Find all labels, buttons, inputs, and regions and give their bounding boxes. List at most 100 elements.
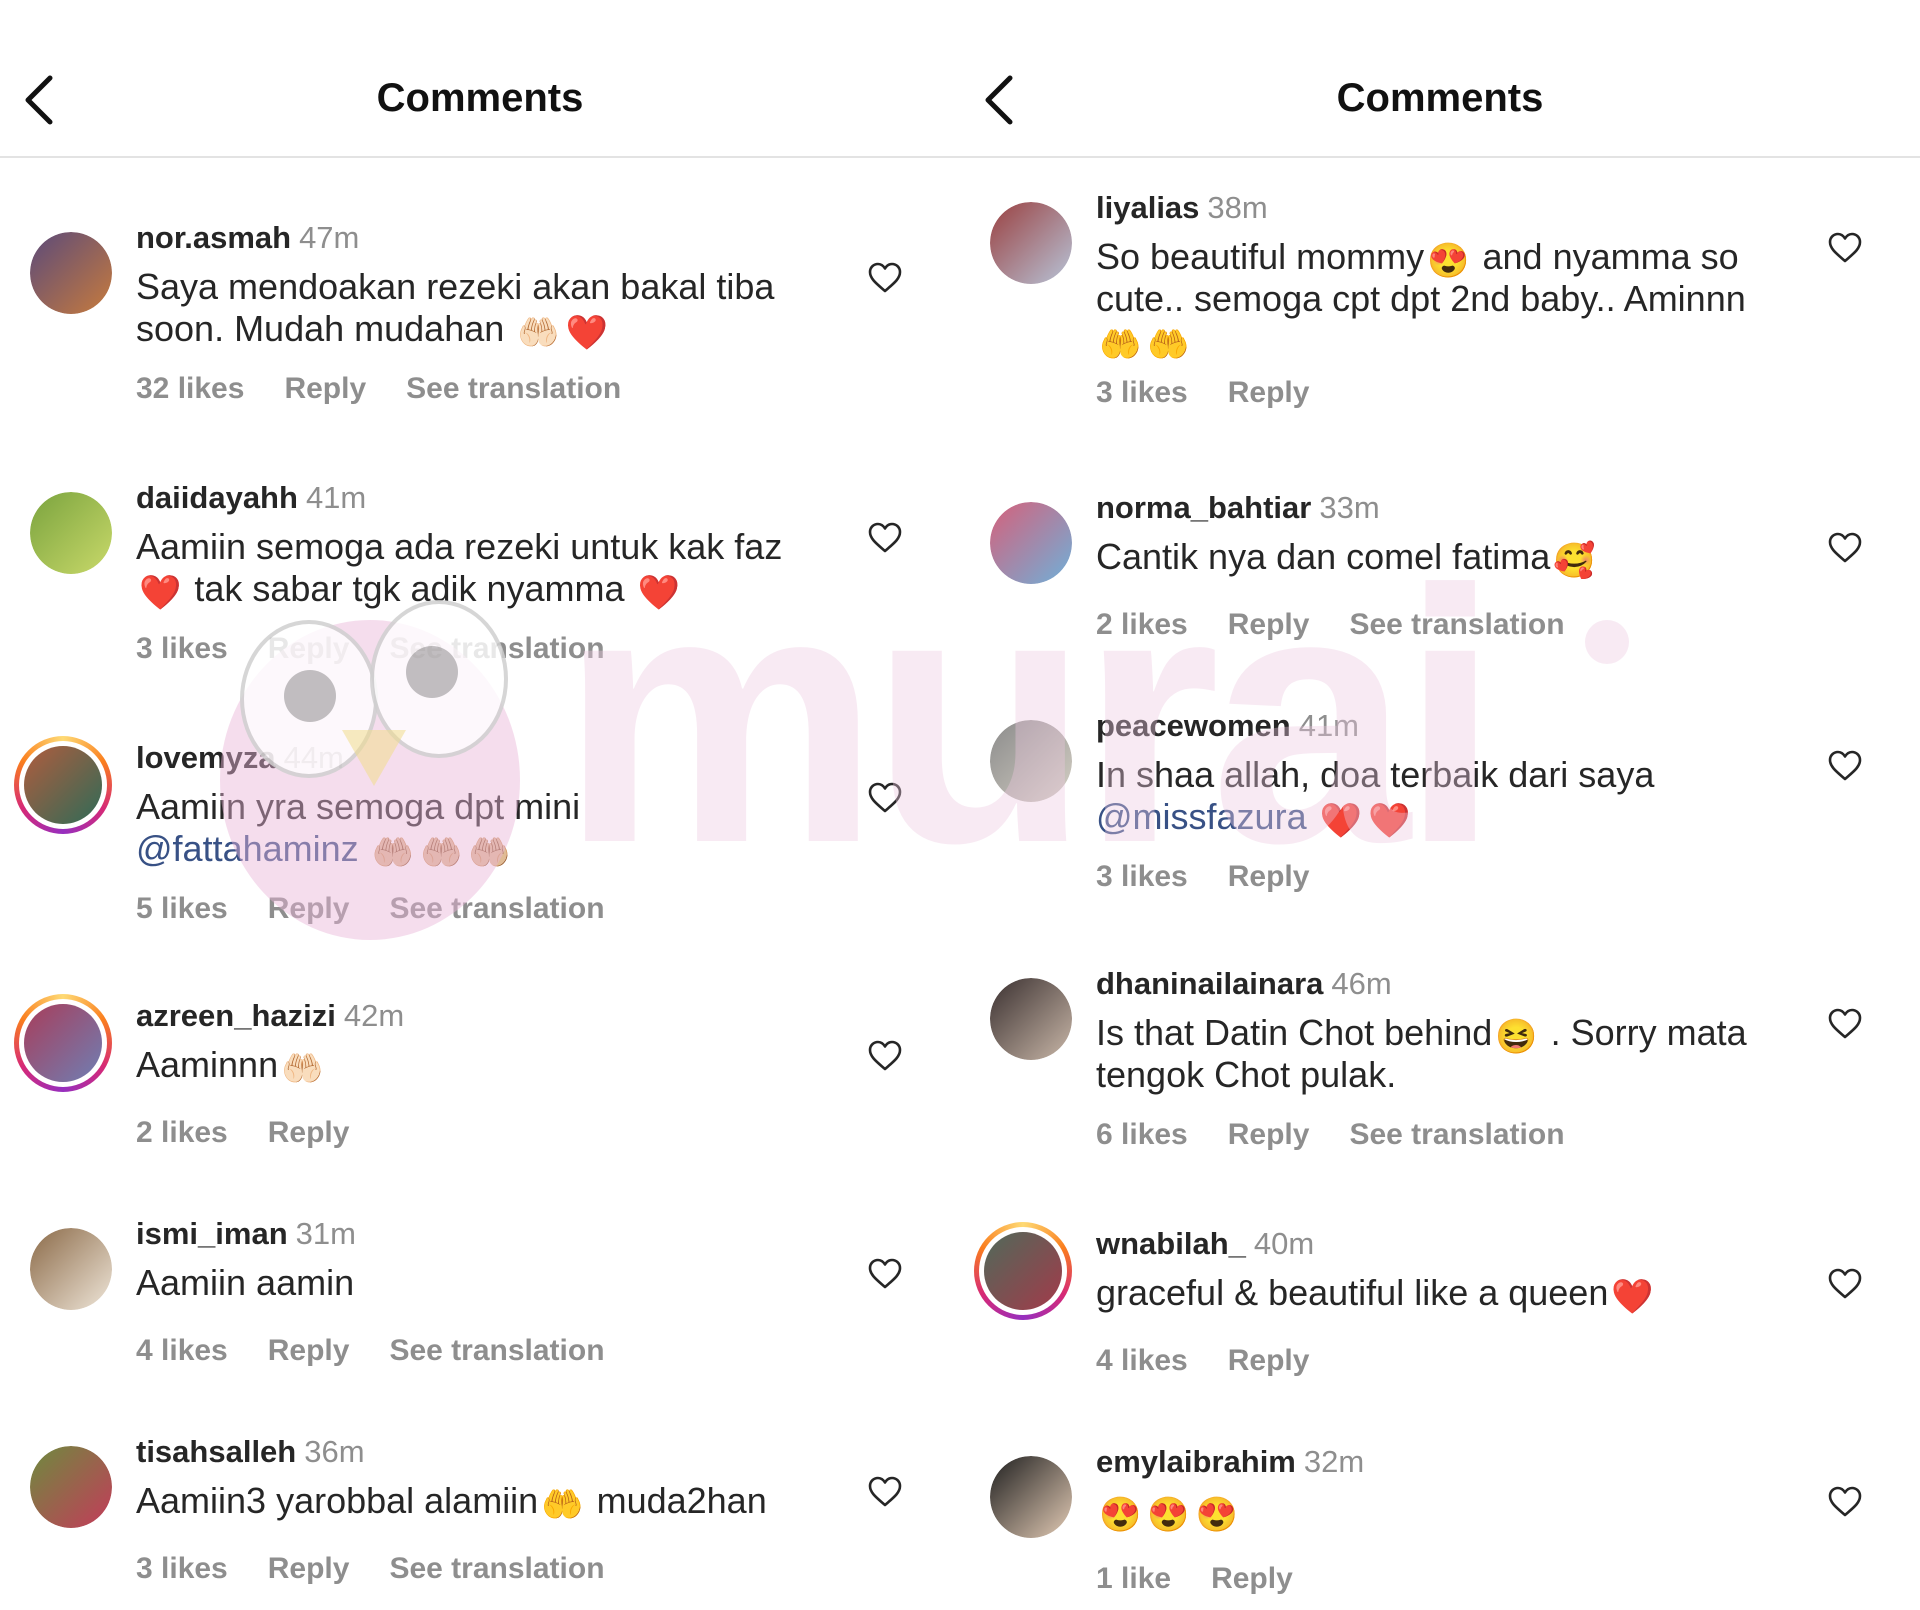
username[interactable]: tisahsalleh: [136, 1434, 296, 1469]
avatar[interactable]: [974, 1222, 1072, 1320]
likes-count[interactable]: 1 like: [1096, 1562, 1171, 1595]
see-translation-button[interactable]: See translation: [389, 1334, 604, 1367]
comment-item: lovemyza 44m Aamiin yra semoga dpt mini @fa…: [0, 736, 960, 952]
avatar[interactable]: [30, 1228, 112, 1310]
like-button[interactable]: [1828, 232, 1862, 264]
like-button[interactable]: [868, 782, 902, 814]
see-translation-button[interactable]: See translation: [1349, 608, 1564, 641]
emoji-icon: ❤️: [1367, 802, 1411, 840]
see-translation-button[interactable]: See translation: [389, 1552, 604, 1585]
comment-header: emylaibrahim 32m: [1096, 1444, 1364, 1480]
avatar[interactable]: [14, 736, 112, 834]
comment-item: wnabilah_ 40m graceful & beautiful like a …: [960, 1222, 1920, 1438]
emoji-icon: ❤️: [637, 574, 680, 612]
likes-count[interactable]: 4 likes: [136, 1334, 228, 1367]
see-translation-button[interactable]: See translation: [389, 892, 604, 925]
like-button[interactable]: [1828, 1486, 1862, 1518]
likes-count[interactable]: 6 likes: [1096, 1118, 1188, 1151]
username[interactable]: emylaibrahim: [1096, 1444, 1296, 1479]
reply-button[interactable]: Reply: [1228, 1344, 1310, 1377]
reply-button[interactable]: Reply: [268, 892, 350, 925]
comment-header: tisahsalleh 36m: [136, 1434, 365, 1470]
see-translation-button[interactable]: See translation: [1349, 1118, 1564, 1151]
likes-count[interactable]: 2 likes: [136, 1116, 228, 1149]
likes-count[interactable]: 5 likes: [136, 892, 228, 925]
username[interactable]: wnabilah_: [1096, 1226, 1246, 1261]
likes-count[interactable]: 2 likes: [1096, 608, 1188, 641]
avatar-image: [30, 1446, 112, 1528]
likes-count[interactable]: 3 likes: [136, 632, 228, 665]
avatar[interactable]: [990, 202, 1072, 284]
reply-button[interactable]: Reply: [1228, 860, 1310, 893]
timestamp: 36m: [304, 1434, 365, 1469]
username[interactable]: lovemyza: [136, 740, 276, 775]
like-button[interactable]: [868, 262, 902, 294]
comment-header: dhaninailainara 46m: [1096, 966, 1392, 1002]
heart-icon: [1828, 750, 1862, 781]
likes-count[interactable]: 32 likes: [136, 372, 244, 405]
comment-text-line: Cantik nya dan comel fatima: [1096, 536, 1551, 577]
username[interactable]: norma_bahtiar: [1096, 490, 1311, 525]
like-button[interactable]: [1828, 1008, 1862, 1040]
heart-icon: [868, 522, 902, 553]
avatar-image: [990, 720, 1072, 802]
reply-button[interactable]: Reply: [1211, 1562, 1293, 1595]
username[interactable]: ismi_iman: [136, 1216, 288, 1251]
comment-item: dhaninailainara 46m Is that Datin Chot beh…: [960, 966, 1920, 1178]
comment-item: liyalias 38m So beautiful mommy😍 and nyamm…: [960, 190, 1920, 409]
avatar[interactable]: [990, 502, 1072, 584]
like-button[interactable]: [868, 1258, 902, 1290]
reply-button[interactable]: Reply: [1228, 608, 1310, 641]
comment-text-line: Is that Datin Chot behind: [1096, 1012, 1493, 1053]
reply-button[interactable]: Reply: [1228, 1118, 1310, 1151]
comment-header: azreen_hazizi 42m: [136, 998, 404, 1034]
avatar[interactable]: [14, 994, 112, 1092]
mention-link[interactable]: @fattahaminz: [136, 828, 359, 869]
avatar-image: [990, 1456, 1072, 1538]
like-button[interactable]: [1828, 1268, 1862, 1300]
likes-count[interactable]: 3 likes: [1096, 860, 1188, 893]
heart-icon: [1828, 1486, 1862, 1517]
username[interactable]: azreen_hazizi: [136, 998, 336, 1033]
avatar[interactable]: [30, 232, 112, 314]
timestamp: 42m: [343, 998, 405, 1033]
comment-text-line: graceful & beautiful like a queen: [1096, 1272, 1609, 1313]
comment-actions: 4 likes Reply: [1096, 1344, 1349, 1378]
avatar[interactable]: [990, 720, 1072, 802]
reply-button[interactable]: Reply: [284, 372, 366, 405]
reply-button[interactable]: Reply: [268, 1334, 350, 1367]
reply-button[interactable]: Reply: [268, 632, 350, 665]
reply-button[interactable]: Reply: [1228, 376, 1310, 409]
heart-icon: [868, 1476, 902, 1507]
username[interactable]: peacewomen: [1096, 708, 1291, 743]
likes-count[interactable]: 3 likes: [136, 1552, 228, 1585]
avatar[interactable]: [30, 492, 112, 574]
avatar[interactable]: [30, 1446, 112, 1528]
username[interactable]: dhaninailainara: [1096, 966, 1323, 1001]
like-button[interactable]: [868, 1476, 902, 1508]
likes-count[interactable]: 4 likes: [1096, 1344, 1188, 1377]
emoji-icon: 😍: [1147, 1496, 1190, 1534]
username[interactable]: daiidayahh: [136, 480, 298, 515]
avatar[interactable]: [990, 1456, 1072, 1538]
reply-button[interactable]: Reply: [268, 1116, 350, 1149]
emoji-icon: 🤲🏻: [517, 314, 560, 352]
see-translation-button[interactable]: See translation: [389, 632, 604, 665]
avatar-image: [990, 502, 1072, 584]
avatar-image: [24, 1004, 102, 1082]
heart-icon: [1828, 532, 1862, 563]
avatar[interactable]: [990, 978, 1072, 1060]
username[interactable]: liyalias: [1096, 190, 1199, 225]
mention-link[interactable]: @missfazura: [1096, 796, 1307, 837]
like-button[interactable]: [1828, 532, 1862, 564]
username[interactable]: nor.asmah: [136, 220, 291, 255]
like-button[interactable]: [868, 522, 902, 554]
see-translation-button[interactable]: See translation: [406, 372, 621, 405]
like-button[interactable]: [868, 1040, 902, 1072]
reply-button[interactable]: Reply: [268, 1552, 350, 1585]
comment-actions: 5 likes Reply See translation: [136, 892, 645, 926]
likes-count[interactable]: 3 likes: [1096, 376, 1188, 409]
like-button[interactable]: [1828, 750, 1862, 782]
avatar-image: [24, 746, 102, 824]
comment-item: peacewomen 41m In shaa allah, doa terbaik …: [960, 708, 1920, 920]
